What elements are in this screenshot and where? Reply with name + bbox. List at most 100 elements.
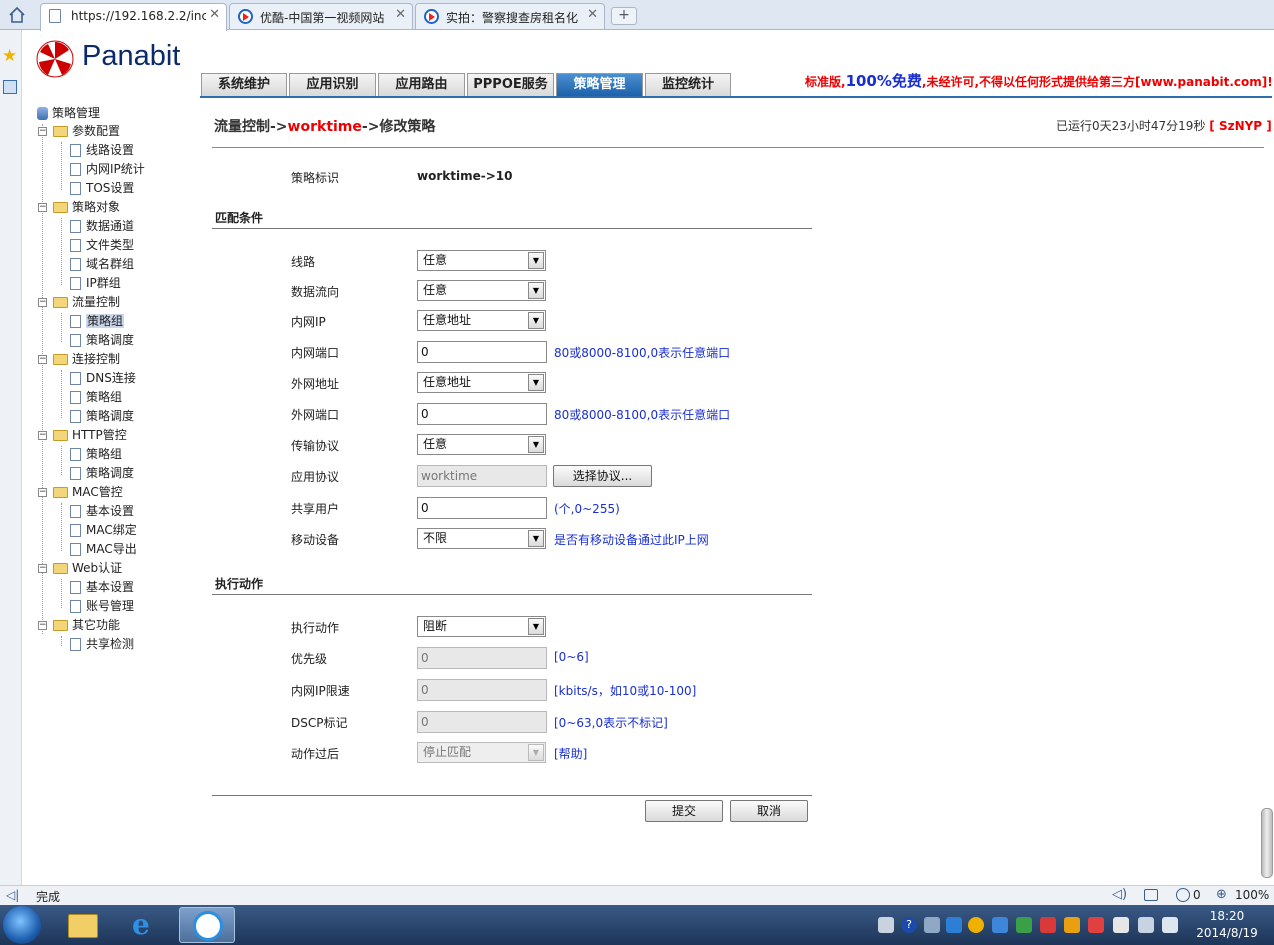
tab-app-identify[interactable]: 应用识别	[289, 73, 376, 97]
select-value: 任意地址	[423, 313, 472, 327]
tab-policy-management[interactable]: 策略管理	[556, 73, 643, 97]
zoom-level[interactable]: 100%	[1235, 888, 1269, 902]
direction-select[interactable]: 任意 ▼	[417, 280, 546, 301]
bluetooth-icon[interactable]	[992, 917, 1008, 933]
start-button-icon[interactable]	[3, 906, 41, 944]
browser-taskbar-button[interactable]	[179, 907, 235, 943]
volume-icon[interactable]	[1162, 917, 1178, 933]
tree-item-basic-settings[interactable]: 基本设置	[70, 502, 134, 520]
submit-button[interactable]: 提交	[645, 800, 723, 822]
tree-item-dns-connection[interactable]: DNS连接	[70, 369, 136, 387]
tree-root[interactable]: 策略管理	[37, 104, 100, 122]
tree-item-basic-settings[interactable]: 基本设置	[70, 578, 134, 596]
tree-item-policy-schedule[interactable]: 策略调度	[70, 331, 134, 349]
tree-item-share-detection[interactable]: 共享检测	[70, 635, 134, 653]
sidebar-panel-icon[interactable]	[3, 80, 17, 94]
collapse-icon[interactable]: −	[38, 564, 47, 573]
lan-ip-select[interactable]: 任意地址 ▼	[417, 310, 546, 331]
lan-port-input[interactable]: 0	[417, 341, 547, 363]
tree-group-connection-control[interactable]: 连接控制	[53, 350, 120, 368]
tree-item-account-management[interactable]: 账号管理	[70, 597, 134, 615]
ie-taskbar-button[interactable]: e	[118, 907, 174, 943]
sidebar-toggle-icon[interactable]: ◁|	[6, 888, 19, 902]
notice-text-2: ,未经许可,不得以任何形式提供给第三方[www.panabit.com]!	[921, 75, 1273, 89]
tree-item-mac-binding[interactable]: MAC绑定	[70, 521, 137, 539]
help-link[interactable]: [帮助]	[554, 745, 587, 762]
collapse-icon[interactable]: −	[38, 621, 47, 630]
qq-icon[interactable]	[968, 917, 984, 933]
collapse-icon[interactable]: −	[38, 127, 47, 136]
tree-item-ip-group[interactable]: IP群组	[70, 274, 121, 292]
tree-item-policy-group-selected[interactable]: 策略组	[70, 312, 125, 330]
new-tab-button[interactable]: +	[611, 7, 637, 25]
home-icon[interactable]	[8, 6, 26, 24]
favorites-star-icon[interactable]: ★	[2, 46, 17, 66]
wan-port-input[interactable]: 0	[417, 403, 547, 425]
tree-item-lan-ip-stats[interactable]: 内网IP统计	[70, 160, 145, 178]
network-status-icon[interactable]	[1138, 917, 1154, 933]
collapse-icon[interactable]: −	[38, 203, 47, 212]
flag-icon[interactable]	[1113, 917, 1129, 933]
tree-group-policy-objects[interactable]: 策略对象	[53, 198, 120, 216]
tree-item-policy-schedule[interactable]: 策略调度	[70, 464, 134, 482]
tree-item-mac-export[interactable]: MAC导出	[70, 540, 137, 558]
tree-item-policy-group[interactable]: 策略组	[70, 445, 122, 463]
protocol-select[interactable]: 任意 ▼	[417, 434, 546, 455]
scroll-knob[interactable]	[1261, 808, 1273, 878]
close-icon[interactable]: ✕	[392, 7, 406, 22]
tree-group-mac-control[interactable]: MAC管控	[53, 483, 123, 501]
tree-item-policy-group[interactable]: 策略组	[70, 388, 122, 406]
close-icon[interactable]: ✕	[584, 7, 598, 22]
tree-group-other-functions[interactable]: 其它功能	[53, 616, 120, 634]
security-shield-icon[interactable]	[946, 917, 962, 933]
antivirus-icon[interactable]	[1040, 917, 1056, 933]
briefcase-icon[interactable]	[1144, 889, 1158, 901]
mobile-device-select[interactable]: 不限 ▼	[417, 528, 546, 549]
close-icon[interactable]: ✕	[206, 7, 220, 22]
sound-alert-icon[interactable]	[1088, 917, 1104, 933]
taskbar-clock[interactable]: 18:20 2014/8/19	[1192, 908, 1262, 942]
tree-group-web-auth[interactable]: Web认证	[53, 559, 122, 577]
update-icon[interactable]	[1016, 917, 1032, 933]
warning-icon[interactable]	[1064, 917, 1080, 933]
zoom-icon[interactable]: ⊕	[1216, 887, 1227, 902]
action-select[interactable]: 阻断 ▼	[417, 616, 546, 637]
network-icon[interactable]	[924, 917, 940, 933]
tree-item-policy-schedule[interactable]: 策略调度	[70, 407, 134, 425]
tree-item-label: 策略调度	[86, 409, 135, 423]
clock-date: 2014/8/19	[1196, 926, 1258, 940]
speaker-icon[interactable]: ◁)	[1112, 887, 1127, 902]
tree-guide-line	[61, 579, 62, 608]
help-icon[interactable]: ?	[901, 917, 917, 933]
choose-protocol-button[interactable]: 选择协议...	[553, 465, 652, 487]
tab-monitoring[interactable]: 监控统计	[645, 73, 731, 97]
browser-tab-2[interactable]: 优酷-中国第一视频网站 ✕	[229, 3, 413, 29]
wan-addr-select[interactable]: 任意地址 ▼	[417, 372, 546, 393]
browser-tab-3[interactable]: 实拍：警察搜查房租名化 ✕	[415, 3, 605, 29]
tree-group-param[interactable]: 参数配置	[53, 122, 120, 140]
collapse-icon[interactable]: −	[38, 488, 47, 497]
tree-item-data-channel[interactable]: 数据通道	[70, 217, 134, 235]
collapse-icon[interactable]: −	[38, 298, 47, 307]
collapse-icon[interactable]: −	[38, 355, 47, 364]
collapse-icon[interactable]: −	[38, 431, 47, 440]
tree-group-traffic-control[interactable]: 流量控制	[53, 293, 120, 311]
tab-pppoe-service[interactable]: PPPOE服务	[467, 73, 554, 97]
keyboard-icon[interactable]	[878, 917, 894, 933]
adblock-icon[interactable]	[1176, 888, 1190, 902]
document-icon	[70, 163, 81, 176]
cancel-button[interactable]: 取消	[730, 800, 808, 822]
shared-users-input[interactable]: 0	[417, 497, 547, 519]
explorer-taskbar-button[interactable]	[55, 907, 111, 943]
tree-item-domain-group[interactable]: 域名群组	[70, 255, 134, 273]
tree-item-file-type[interactable]: 文件类型	[70, 236, 134, 254]
tab-system-maintenance[interactable]: 系统维护	[201, 73, 287, 97]
tree-item-line-settings[interactable]: 线路设置	[70, 141, 134, 159]
ie-icon: e	[132, 908, 150, 941]
tree-item-tos-settings[interactable]: TOS设置	[70, 179, 134, 197]
tree-item-label: 数据通道	[86, 219, 135, 233]
browser-tab-1[interactable]: https://192.168.2.2/inc ✕	[40, 3, 227, 31]
tab-app-routing[interactable]: 应用路由	[378, 73, 465, 97]
line-select[interactable]: 任意 ▼	[417, 250, 546, 271]
tree-group-http-control[interactable]: HTTP管控	[53, 426, 127, 444]
